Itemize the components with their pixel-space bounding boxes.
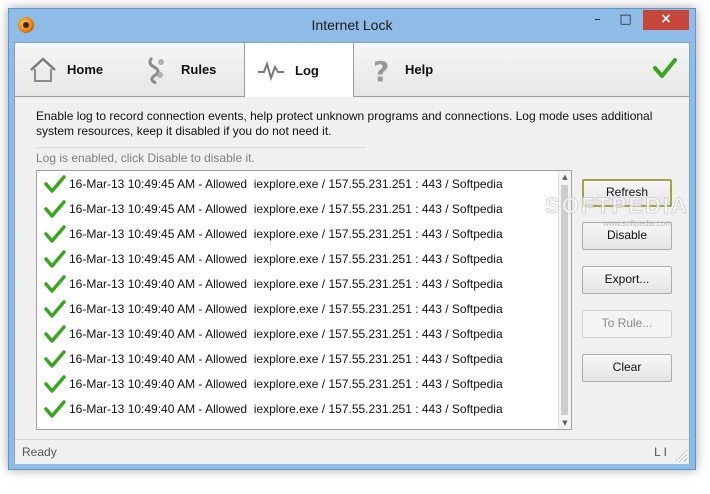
client-area: Home Rules Log ? Help Enable log to reco… [14,42,690,464]
app-window: Internet Lock – □ × Home Rules Log ? Hel… [8,8,696,470]
tab-bar: Home Rules Log ? Help [15,43,689,97]
log-row-text: 16-Mar-13 10:49:40 AM - Allowed iexplore… [69,301,503,316]
log-row-text: 16-Mar-13 10:49:40 AM - Allowed iexplore… [69,351,503,366]
log-pulse-icon [255,54,287,86]
log-row[interactable]: 16-Mar-13 10:49:40 AM - Allowed iexplore… [37,396,571,421]
tab-log-label: Log [295,62,319,78]
log-row[interactable]: 16-Mar-13 10:49:45 AM - Allowed iexplore… [37,246,571,271]
tab-rules[interactable]: Rules [141,43,241,96]
status-text: Ready [22,445,57,459]
tab-rules-label: Rules [181,62,217,77]
title-bar[interactable]: Internet Lock – □ × [9,9,695,42]
log-row-text: 16-Mar-13 10:49:45 AM - Allowed iexplore… [69,176,503,191]
log-status-text: Log is enabled, click Disable to disable… [36,151,255,165]
log-row[interactable]: 16-Mar-13 10:49:45 AM - Allowed iexplore… [37,196,571,221]
allowed-check-icon [44,199,66,218]
rules-icon [141,54,173,86]
log-row-text: 16-Mar-13 10:49:45 AM - Allowed iexplore… [69,201,503,216]
scroll-down-arrow-icon[interactable]: ▼ [559,417,571,429]
close-button[interactable]: × [643,10,689,30]
scroll-thumb[interactable] [561,185,568,415]
log-row-text: 16-Mar-13 10:49:40 AM - Allowed iexplore… [69,276,503,291]
log-row[interactable]: 16-Mar-13 10:49:45 AM - Allowed iexplore… [37,221,571,246]
resize-grip-icon[interactable] [675,450,687,462]
log-row-text: 16-Mar-13 10:49:45 AM - Allowed iexplore… [69,251,503,266]
log-row[interactable]: 16-Mar-13 10:49:40 AM - Allowed iexplore… [37,371,571,396]
log-list[interactable]: 16-Mar-13 10:49:45 AM - Allowed iexplore… [36,170,572,430]
log-row[interactable]: 16-Mar-13 10:49:40 AM - Allowed iexplore… [37,296,571,321]
log-row[interactable]: 16-Mar-13 10:49:45 AM - Allowed iexplore… [37,171,571,196]
log-row[interactable]: 16-Mar-13 10:49:40 AM - Allowed iexplore… [37,321,571,346]
maximize-button[interactable]: □ [612,10,639,30]
log-row-text: 16-Mar-13 10:49:40 AM - Allowed iexplore… [69,376,503,391]
scroll-up-arrow-icon[interactable]: ▲ [559,171,571,183]
log-row[interactable]: 16-Mar-13 10:49:40 AM - Allowed iexplore… [37,271,571,296]
allowed-check-icon [44,174,66,193]
minimize-button[interactable]: – [584,10,611,30]
softpedia-watermark: SOFTPEDIA [545,193,689,219]
status-indicator: L I [654,445,667,459]
log-row-text: 16-Mar-13 10:49:40 AM - Allowed iexplore… [69,326,503,341]
clear-button[interactable]: Clear [582,354,672,382]
tab-log[interactable]: Log [244,43,354,97]
log-description: Enable log to record connection events, … [36,109,653,138]
allowed-check-icon [44,349,66,368]
tab-help-label: Help [405,62,434,77]
status-bar: Ready L I [15,439,689,464]
export-button[interactable]: Export... [582,266,672,294]
allowed-check-icon [44,249,66,268]
allowed-check-icon [44,299,66,318]
log-row[interactable]: 16-Mar-13 10:49:40 AM - Allowed iexplore… [37,346,571,371]
log-row-text: 16-Mar-13 10:49:45 AM - Allowed iexplore… [69,226,503,241]
allowed-check-icon [44,224,66,243]
home-icon [27,54,59,86]
allowed-check-icon [44,324,66,343]
protection-status-check-icon [653,57,677,83]
tab-help[interactable]: ? Help [365,43,465,96]
divider [36,147,366,148]
log-row-text: 16-Mar-13 10:49:40 AM - Allowed iexplore… [69,401,503,416]
tab-home-label: Home [67,62,104,77]
allowed-check-icon [44,374,66,393]
softpedia-watermark-url: www.softpedia.com [603,219,672,228]
to-rule-button[interactable]: To Rule... [582,310,672,338]
allowed-check-icon [44,274,66,293]
tab-home[interactable]: Home [27,43,137,96]
svg-text:?: ? [373,55,389,85]
help-icon: ? [365,54,397,86]
allowed-check-icon [44,399,66,418]
